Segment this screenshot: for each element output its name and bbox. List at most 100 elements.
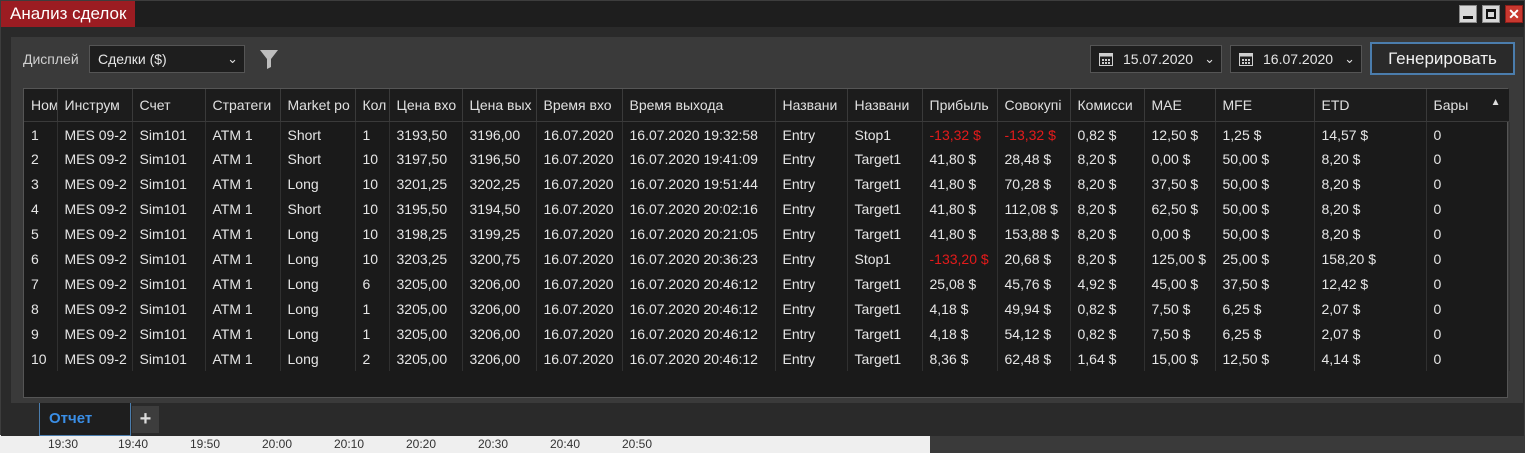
window-title: Анализ сделок bbox=[1, 1, 136, 27]
minimize-icon bbox=[1463, 16, 1473, 19]
table-cell: 0 bbox=[1426, 121, 1510, 146]
table-cell: 41,80 $ bbox=[922, 221, 998, 246]
table-cell: 3196,50 bbox=[462, 146, 537, 171]
table-cell: MES 09-2 bbox=[57, 246, 133, 271]
table-cell: 8,20 $ bbox=[1314, 221, 1427, 246]
table-cell: 4 bbox=[24, 196, 58, 221]
column-header[interactable]: Комисси bbox=[1070, 89, 1145, 122]
display-select[interactable]: Сделки ($) ⌄ bbox=[89, 45, 245, 73]
column-header-label: Бары bbox=[1433, 96, 1469, 113]
table-row[interactable]: 5 MES 09-2 Sim101 ATM 1 Long 10 3198,25 3199,25… bbox=[24, 221, 1510, 246]
column-header-label: Стратеги bbox=[212, 96, 272, 113]
table-row[interactable]: 6 MES 09-2 Sim101 ATM 1 Long 10 3203,25 3200,75… bbox=[24, 246, 1510, 271]
table-cell: -13,32 $ bbox=[922, 121, 998, 146]
axis-tick: 20:20 bbox=[406, 437, 437, 451]
table-cell: 3 bbox=[24, 171, 58, 196]
column-header-label: MFE bbox=[1222, 96, 1253, 113]
column-header[interactable]: MFE bbox=[1215, 89, 1315, 122]
table-cell: 7,50 $ bbox=[1144, 321, 1216, 346]
column-header[interactable]: MAE bbox=[1144, 89, 1216, 122]
trades-table: Ном Инструм Счет Стратеги Market po Кол Цена в… bbox=[24, 89, 1510, 371]
table-cell: 4,14 $ bbox=[1314, 346, 1427, 371]
table-cell: 1 bbox=[355, 296, 390, 321]
table-cell: 3205,00 bbox=[389, 346, 463, 371]
column-header[interactable]: Бары ▲ bbox=[1426, 89, 1510, 122]
column-header[interactable]: Инструм bbox=[57, 89, 133, 122]
table-row[interactable]: 2 MES 09-2 Sim101 ATM 1 Short 10 3197,50 3196,5… bbox=[24, 146, 1510, 171]
column-header[interactable]: Совокупі bbox=[997, 89, 1071, 122]
maximize-icon bbox=[1486, 9, 1496, 19]
column-header[interactable]: Счет bbox=[132, 89, 206, 122]
table-cell: 62,48 $ bbox=[997, 346, 1071, 371]
table-cell: Target1 bbox=[847, 296, 923, 321]
table-cell: 6 bbox=[355, 271, 390, 296]
table-cell: 16.07.2020 20:46:12 bbox=[622, 346, 776, 371]
table-cell: ATM 1 bbox=[205, 246, 281, 271]
table-cell: 16.07.2020 bbox=[536, 246, 623, 271]
column-header[interactable]: Цена вых bbox=[462, 89, 537, 122]
sort-ascending-icon: ▲ bbox=[1490, 96, 1501, 108]
table-row[interactable]: 7 MES 09-2 Sim101 ATM 1 Long 6 3205,00 3206,00 1… bbox=[24, 271, 1510, 296]
table-row[interactable]: 3 MES 09-2 Sim101 ATM 1 Long 10 3201,25 3202,25… bbox=[24, 171, 1510, 196]
filter-icon[interactable] bbox=[259, 48, 279, 70]
table-row[interactable]: 9 MES 09-2 Sim101 ATM 1 Long 1 3205,00 3206,00 1… bbox=[24, 321, 1510, 346]
table-cell: 45,76 $ bbox=[997, 271, 1071, 296]
table-cell: Long bbox=[280, 321, 356, 346]
title-bar[interactable]: Анализ сделок ✕ bbox=[1, 1, 1524, 27]
column-header[interactable]: ETD bbox=[1314, 89, 1427, 122]
table-cell: Long bbox=[280, 296, 356, 321]
table-cell: 8,20 $ bbox=[1314, 171, 1427, 196]
maximize-button[interactable] bbox=[1482, 5, 1500, 23]
column-header-label: MAE bbox=[1151, 96, 1182, 113]
column-header-label: Время выхода bbox=[629, 96, 724, 113]
table-cell: Entry bbox=[775, 221, 848, 246]
table-cell: Long bbox=[280, 221, 356, 246]
table-cell: 2,07 $ bbox=[1314, 296, 1427, 321]
column-header[interactable]: Время вхо bbox=[536, 89, 623, 122]
axis-tick: 20:10 bbox=[334, 437, 365, 451]
table-cell: 3205,00 bbox=[389, 271, 463, 296]
date-to-select[interactable]: 16.07.2020 ⌄ bbox=[1230, 45, 1362, 73]
add-tab-button[interactable]: + bbox=[132, 406, 159, 433]
close-button[interactable]: ✕ bbox=[1505, 5, 1523, 23]
generate-button[interactable]: Генерировать bbox=[1370, 42, 1515, 75]
table-cell: 16.07.2020 20:46:12 bbox=[622, 296, 776, 321]
date-from-select[interactable]: 15.07.2020 ⌄ bbox=[1090, 45, 1222, 73]
table-cell: 41,80 $ bbox=[922, 196, 998, 221]
table-cell: 8,20 $ bbox=[1314, 146, 1427, 171]
column-header-label: Инструм bbox=[64, 96, 120, 113]
column-header[interactable]: Названи bbox=[775, 89, 848, 122]
column-header[interactable]: Ном bbox=[24, 89, 58, 122]
table-cell: 50,00 $ bbox=[1215, 196, 1315, 221]
table-cell: 28,48 $ bbox=[997, 146, 1071, 171]
calendar-icon bbox=[1099, 53, 1113, 66]
column-header-label: Прибыль bbox=[929, 96, 989, 113]
table-row[interactable]: 8 MES 09-2 Sim101 ATM 1 Long 1 3205,00 3206,00 1… bbox=[24, 296, 1510, 321]
table-row[interactable]: 1 MES 09-2 Sim101 ATM 1 Short 1 3193,50 3196,00… bbox=[24, 121, 1510, 146]
table-cell: 6,25 $ bbox=[1215, 321, 1315, 346]
column-header[interactable]: Цена вхо bbox=[389, 89, 463, 122]
table-cell: 16.07.2020 bbox=[536, 146, 623, 171]
table-cell: 16.07.2020 bbox=[536, 321, 623, 346]
report-panel: Дисплей Сделки ($) ⌄ 15.07.2020 ⌄ 16.07.… bbox=[11, 37, 1523, 407]
table-cell: 15,00 $ bbox=[1144, 346, 1216, 371]
trade-analysis-window: Анализ сделок ✕ Дисплей Сделки ($) ⌄ 15.… bbox=[0, 0, 1525, 436]
table-cell: 0 bbox=[1426, 221, 1510, 246]
table-cell: Target1 bbox=[847, 146, 923, 171]
column-header[interactable]: Названи bbox=[847, 89, 923, 122]
minimize-button[interactable] bbox=[1459, 5, 1477, 23]
column-header-label: Market po bbox=[287, 96, 350, 113]
column-header[interactable]: Кол bbox=[355, 89, 390, 122]
table-row[interactable]: 4 MES 09-2 Sim101 ATM 1 Short 10 3195,50 3194,5… bbox=[24, 196, 1510, 221]
tab-report[interactable]: Отчет bbox=[39, 403, 131, 436]
table-cell: 9 bbox=[24, 321, 58, 346]
column-header[interactable]: Market po bbox=[280, 89, 356, 122]
date-to-value: 16.07.2020 bbox=[1263, 51, 1334, 67]
table-cell: 7,50 $ bbox=[1144, 296, 1216, 321]
table-cell: 3193,50 bbox=[389, 121, 463, 146]
trades-grid[interactable]: Ном Инструм Счет Стратеги Market po Кол Цена в… bbox=[23, 88, 1510, 398]
column-header[interactable]: Стратеги bbox=[205, 89, 281, 122]
table-row[interactable]: 10 MES 09-2 Sim101 ATM 1 Long 2 3205,00 3206,00… bbox=[24, 346, 1510, 371]
column-header[interactable]: Время выхода bbox=[622, 89, 776, 122]
column-header[interactable]: Прибыль bbox=[922, 89, 998, 122]
